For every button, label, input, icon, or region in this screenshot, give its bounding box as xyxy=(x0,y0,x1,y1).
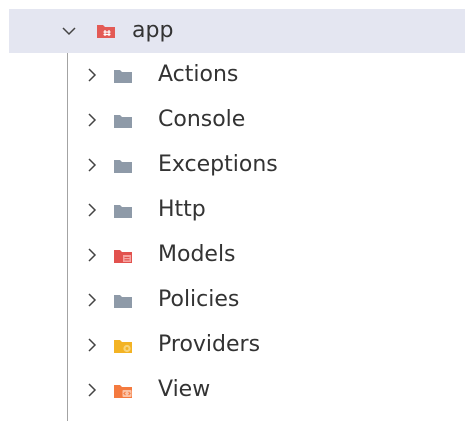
tree-item-label: Policies xyxy=(158,287,240,312)
folder-icon xyxy=(113,68,133,84)
chevron-right-icon[interactable] xyxy=(84,67,100,83)
tree-item-providers[interactable]: Providers xyxy=(9,323,465,368)
folder-app-icon xyxy=(96,23,116,39)
tree-item-label: app xyxy=(132,18,174,43)
tree-item-label: Providers xyxy=(158,332,261,357)
tree-item-app[interactable]: app xyxy=(9,9,465,53)
tree-item-actions[interactable]: Actions xyxy=(9,53,465,98)
chevron-right-icon[interactable] xyxy=(84,157,100,173)
tree-item-console[interactable]: Console xyxy=(9,98,465,143)
chevron-right-icon[interactable] xyxy=(84,247,100,263)
tree-item-label: Actions xyxy=(158,62,239,87)
chevron-right-icon[interactable] xyxy=(84,337,100,353)
folder-models-icon xyxy=(113,248,133,264)
tree-item-label: Console xyxy=(158,107,246,132)
folder-view-icon xyxy=(113,383,133,399)
tree-item-label: Exceptions xyxy=(158,152,278,177)
folder-icon xyxy=(113,203,133,219)
tree-item-exceptions[interactable]: Exceptions xyxy=(9,143,465,188)
tree-item-models[interactable]: Models xyxy=(9,233,465,278)
chevron-right-icon[interactable] xyxy=(84,382,100,398)
tree-item-label: Models xyxy=(158,242,236,267)
folder-icon xyxy=(113,293,133,309)
chevron-down-icon[interactable] xyxy=(61,23,77,39)
chevron-right-icon[interactable] xyxy=(84,292,100,308)
tree-item-label: View xyxy=(158,377,211,402)
tree-item-view[interactable]: View xyxy=(9,368,465,413)
folder-icon xyxy=(113,113,133,129)
folder-providers-icon xyxy=(113,338,133,354)
folder-icon xyxy=(113,158,133,174)
tree-item-policies[interactable]: Policies xyxy=(9,278,465,323)
file-explorer-tree: app Actions Console Exceptions Http Mode… xyxy=(9,9,465,421)
chevron-right-icon[interactable] xyxy=(84,202,100,218)
chevron-right-icon[interactable] xyxy=(84,112,100,128)
tree-item-label: Http xyxy=(158,197,206,222)
tree-item-http[interactable]: Http xyxy=(9,188,465,233)
